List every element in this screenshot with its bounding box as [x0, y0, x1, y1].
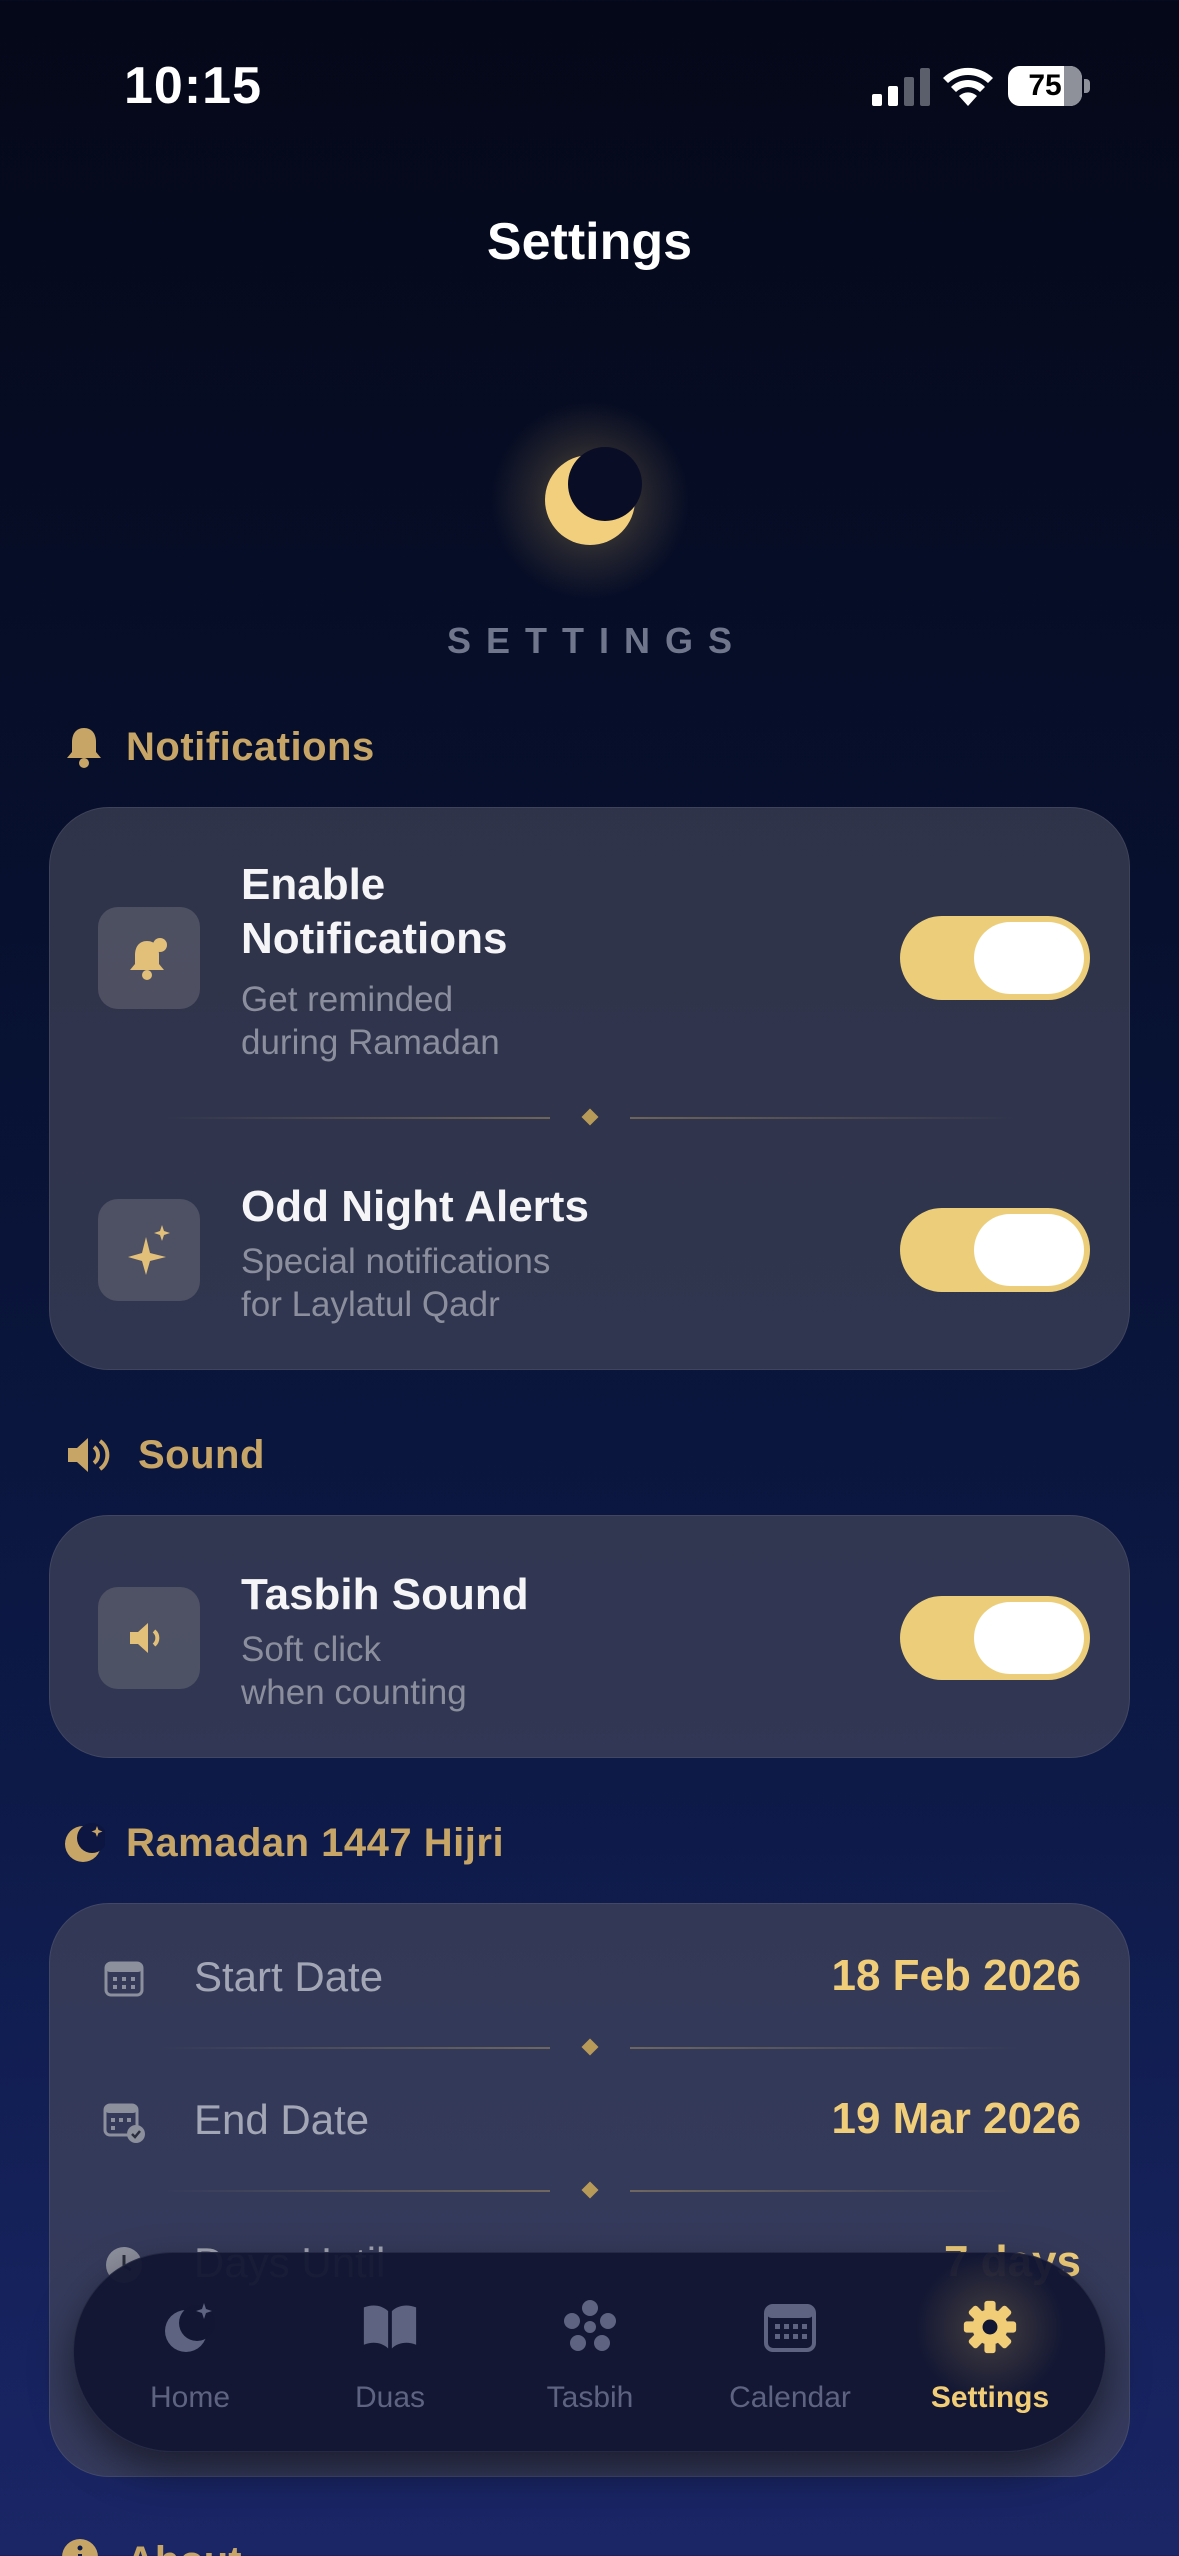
setting-subtitle: Get reminded	[241, 980, 454, 1019]
section-title: Ramadan 1447 Hijri	[126, 1820, 505, 1865]
gear-icon	[962, 2299, 1018, 2355]
info-label: Start Date	[194, 1953, 384, 2000]
status-bar: 10:15 75	[0, 0, 1179, 170]
notifications-card: Enable Notifications Get reminded during…	[49, 807, 1130, 1370]
enable-notifications-toggle[interactable]	[900, 916, 1090, 1000]
calendar-icon	[104, 1961, 144, 1997]
setting-subtitle: during Ramadan	[241, 1023, 500, 1062]
battery-indicator: 75	[1008, 66, 1090, 106]
tab-label: Tasbih	[546, 2381, 634, 2414]
setting-title: Odd Night Alerts	[241, 1182, 589, 1231]
info-value: 18 Feb 2026	[831, 1951, 1082, 2000]
divider	[162, 2181, 1018, 2199]
moon-star-icon	[60, 1819, 108, 1867]
page-title: Settings	[486, 213, 693, 271]
info-value: 19 Mar 2026	[831, 2094, 1081, 2143]
wifi-icon	[943, 67, 993, 106]
tab-label: Settings	[930, 2381, 1050, 2414]
setting-subtitle: when counting	[241, 1673, 467, 1712]
tab-home[interactable]: Home	[90, 2253, 290, 2453]
section-title: Notifications	[126, 724, 375, 769]
info-label: End Date	[194, 2096, 370, 2143]
tab-duas[interactable]: Duas	[290, 2253, 490, 2453]
setting-subtitle: Soft click	[241, 1630, 382, 1669]
speaker-icon	[60, 1431, 120, 1479]
tab-settings[interactable]: Settings	[890, 2253, 1090, 2453]
sound-card: Tasbih Sound Soft click when counting	[49, 1515, 1130, 1758]
info-icon	[60, 2537, 108, 2556]
tab-label: Home	[149, 2381, 231, 2414]
setting-title: Enable	[241, 860, 386, 909]
setting-title: Notifications	[241, 914, 508, 963]
crescent-moon-icon	[490, 400, 690, 600]
info-row-start-date: Start Date 18 Feb 2026	[50, 1927, 1129, 2027]
section-header-sound: Sound	[60, 1430, 265, 1480]
battery-level: 75	[1028, 69, 1062, 102]
section-header-notifications: Notifications	[60, 722, 375, 772]
sparkle-icon	[98, 1199, 200, 1301]
tab-label: Calendar	[729, 2381, 851, 2414]
setting-subtitle: for Laylatul Qadr	[241, 1285, 500, 1324]
section-header-ramadan: Ramadan 1447 Hijri	[60, 1818, 504, 1868]
speaker-icon	[98, 1587, 200, 1689]
tab-bar: Home Duas Tasbih Calendar Settings	[73, 2252, 1106, 2452]
tab-calendar[interactable]: Calendar	[690, 2253, 890, 2453]
section-header-about: About	[60, 2536, 242, 2556]
divider	[162, 2038, 1018, 2056]
setting-title: Tasbih Sound	[241, 1570, 529, 1619]
odd-night-alerts-toggle[interactable]	[900, 1208, 1090, 1292]
calendar-check-icon	[103, 2103, 145, 2143]
section-title: Sound	[138, 1432, 265, 1477]
book-icon	[362, 2299, 418, 2355]
section-title: About	[126, 2539, 242, 2556]
setting-row-odd-night-alerts: Odd Night Alerts Special notifications f…	[50, 1128, 1129, 1369]
tasbih-sound-toggle[interactable]	[900, 1596, 1090, 1680]
tab-tasbih[interactable]: Tasbih	[490, 2253, 690, 2453]
setting-row-tasbih-sound: Tasbih Sound Soft click when counting	[50, 1516, 1129, 1757]
tab-label: Duas	[354, 2381, 426, 2414]
calendar-icon	[762, 2299, 818, 2355]
bell-icon	[60, 723, 108, 771]
beads-icon	[562, 2299, 618, 2355]
bell-icon	[98, 907, 200, 1009]
setting-row-enable-notifications: Enable Notifications Get reminded during…	[50, 808, 1129, 1108]
status-time: 10:15	[124, 57, 262, 115]
cellular-signal-icon	[872, 68, 930, 106]
hero-label: SETTINGS	[446, 620, 748, 661]
setting-subtitle: Special notifications	[241, 1242, 551, 1281]
divider	[162, 1108, 1018, 1126]
moon-star-icon	[162, 2299, 218, 2355]
info-row-end-date: End Date 19 Mar 2026	[50, 2070, 1129, 2170]
